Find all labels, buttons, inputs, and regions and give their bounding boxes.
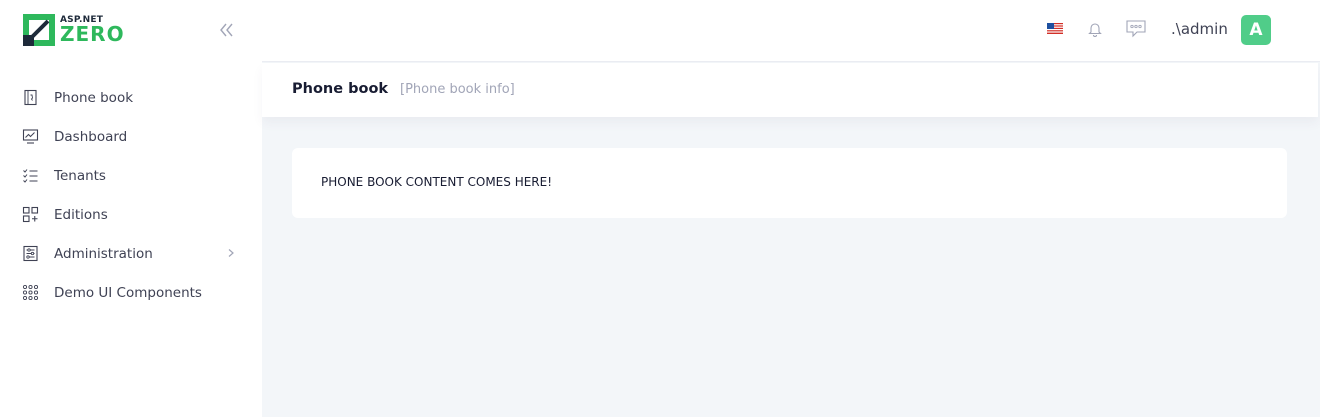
sidebar-item-label: Dashboard <box>54 128 128 145</box>
chat-icon[interactable] <box>1125 19 1147 39</box>
page-description: [Phone book info] <box>400 82 515 97</box>
sidebar-item-label: Phone book <box>54 89 134 106</box>
sidebar-item-tenants[interactable]: Tenants <box>0 156 262 195</box>
logo[interactable]: ASP.NET ZERO <box>22 12 125 48</box>
topbar: .\admin A <box>262 0 1320 62</box>
logo-text: ASP.NET ZERO <box>60 16 125 46</box>
sidebar-item-phone-book[interactable]: Phone book <box>0 78 262 117</box>
logo-big-text: ZERO <box>60 22 125 46</box>
double-chevron-left-icon[interactable] <box>216 20 236 40</box>
editions-grid-icon <box>22 206 39 223</box>
sidebar-item-demo-ui-components[interactable]: Demo UI Components <box>0 273 262 312</box>
content-card: PHONE BOOK CONTENT COMES HERE! <box>292 148 1287 218</box>
logo-mark-icon <box>23 14 55 46</box>
chevron-right-icon <box>228 249 234 257</box>
us-flag-icon[interactable] <box>1047 23 1063 34</box>
sidebar-item-label: Editions <box>54 206 108 223</box>
sidebar-menu: Phone book Dashboard Tenants Editions Ad… <box>0 78 262 312</box>
bell-icon[interactable] <box>1088 21 1102 37</box>
sidebar-item-administration[interactable]: Administration <box>0 234 262 273</box>
phone-book-icon <box>24 89 37 106</box>
page-title: Phone book <box>292 81 389 97</box>
sidebar-item-editions[interactable]: Editions <box>0 195 262 234</box>
user-name[interactable]: .\admin <box>1171 20 1228 38</box>
sidebar-item-label: Administration <box>54 245 153 262</box>
tenants-list-icon <box>23 169 38 183</box>
administration-icon <box>23 245 38 262</box>
sidebar-item-label: Tenants <box>54 167 106 184</box>
sidebar-item-dashboard[interactable]: Dashboard <box>0 117 262 156</box>
components-dots-icon <box>22 284 39 301</box>
sidebar: ASP.NET ZERO Phone book Dashboard Tenant… <box>0 0 262 417</box>
dashboard-icon <box>22 129 39 144</box>
sidebar-item-label: Demo UI Components <box>54 284 202 301</box>
subheader: Phone book [Phone book info] <box>262 63 1318 117</box>
avatar[interactable]: A <box>1241 15 1271 45</box>
content-text: PHONE BOOK CONTENT COMES HERE! <box>321 175 553 189</box>
